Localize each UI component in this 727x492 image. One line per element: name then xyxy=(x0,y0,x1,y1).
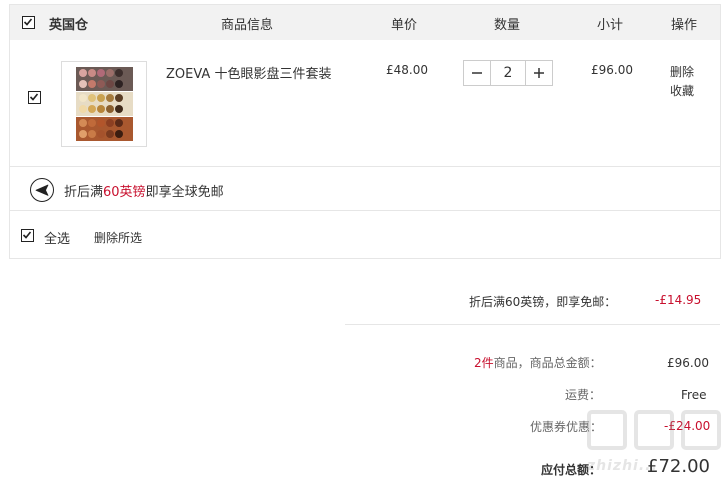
plus-icon xyxy=(534,68,544,78)
favorite-item-link[interactable]: 收藏 xyxy=(670,82,694,99)
select-all-label[interactable]: 全选 xyxy=(44,228,70,247)
payable-total: £72.00 xyxy=(647,456,710,477)
column-header-action: 操作 xyxy=(671,18,698,33)
goods-count-text: 商品，商品总金额： xyxy=(493,356,602,370)
quantity-stepper: 2 xyxy=(463,60,553,86)
promo-text: 折后满60英镑即享全球免邮 xyxy=(64,181,224,200)
goods-count: 2件 xyxy=(474,356,494,370)
increase-quantity-button[interactable] xyxy=(526,61,552,85)
free-shipping-promo: 折后满60英镑即享全球免邮 xyxy=(10,168,720,211)
promo-highlight: 60英镑 xyxy=(103,185,146,200)
coupon-value: -£24.00 xyxy=(664,419,711,433)
cart-header: 英国仓 商品信息 单价 数量 小计 操作 xyxy=(10,5,720,40)
column-header-price: 单价 xyxy=(391,18,418,33)
airplane-icon xyxy=(30,178,54,202)
delete-item-link[interactable]: 删除 xyxy=(670,63,694,80)
promo-text-before: 折后满 xyxy=(64,185,104,200)
product-thumbnail[interactable] xyxy=(61,61,147,147)
payable-label: 应付总额： xyxy=(541,463,602,477)
quantity-input[interactable]: 2 xyxy=(490,61,526,85)
discount-label: 折后满60英镑，即享免邮： xyxy=(469,295,617,309)
unit-price: £48.00 xyxy=(386,63,428,77)
eyeshadow-palette-image xyxy=(76,67,133,142)
item-subtotal: £96.00 xyxy=(591,63,633,77)
coupon-label: 优惠券优惠： xyxy=(530,420,603,434)
store-name: 英国仓 xyxy=(49,18,89,33)
minus-icon xyxy=(472,72,482,74)
column-header-subtotal: 小计 xyxy=(597,18,624,33)
delete-selected-link[interactable]: 删除所选 xyxy=(94,229,142,246)
cart-footer: 全选 删除所选 xyxy=(10,212,720,258)
column-header-quantity: 数量 xyxy=(494,18,521,33)
select-all-checkbox[interactable] xyxy=(21,229,34,242)
column-header-info: 商品信息 xyxy=(221,18,274,33)
discount-value: -£14.95 xyxy=(655,293,702,307)
summary-divider xyxy=(345,324,720,325)
cart-panel: 英国仓 商品信息 单价 数量 小计 操作 ZOEVA 十色眼影盘三件套装 £48… xyxy=(9,4,721,259)
store-checkbox[interactable] xyxy=(22,16,35,29)
promo-text-after: 即享全球免邮 xyxy=(145,185,224,200)
shipping-value: Free xyxy=(681,388,707,402)
product-name-link[interactable]: ZOEVA 十色眼影盘三件套装 xyxy=(166,63,331,82)
goods-total-value: £96.00 xyxy=(667,356,709,370)
shipping-label: 运费： xyxy=(565,388,602,402)
decrease-quantity-button[interactable] xyxy=(464,61,490,85)
item-checkbox[interactable] xyxy=(28,91,41,104)
goods-count-label: 2件商品，商品总金额： xyxy=(474,354,602,371)
cart-item-row: ZOEVA 十色眼影盘三件套装 £48.00 2 £96.00 删除 收藏 xyxy=(10,41,720,167)
